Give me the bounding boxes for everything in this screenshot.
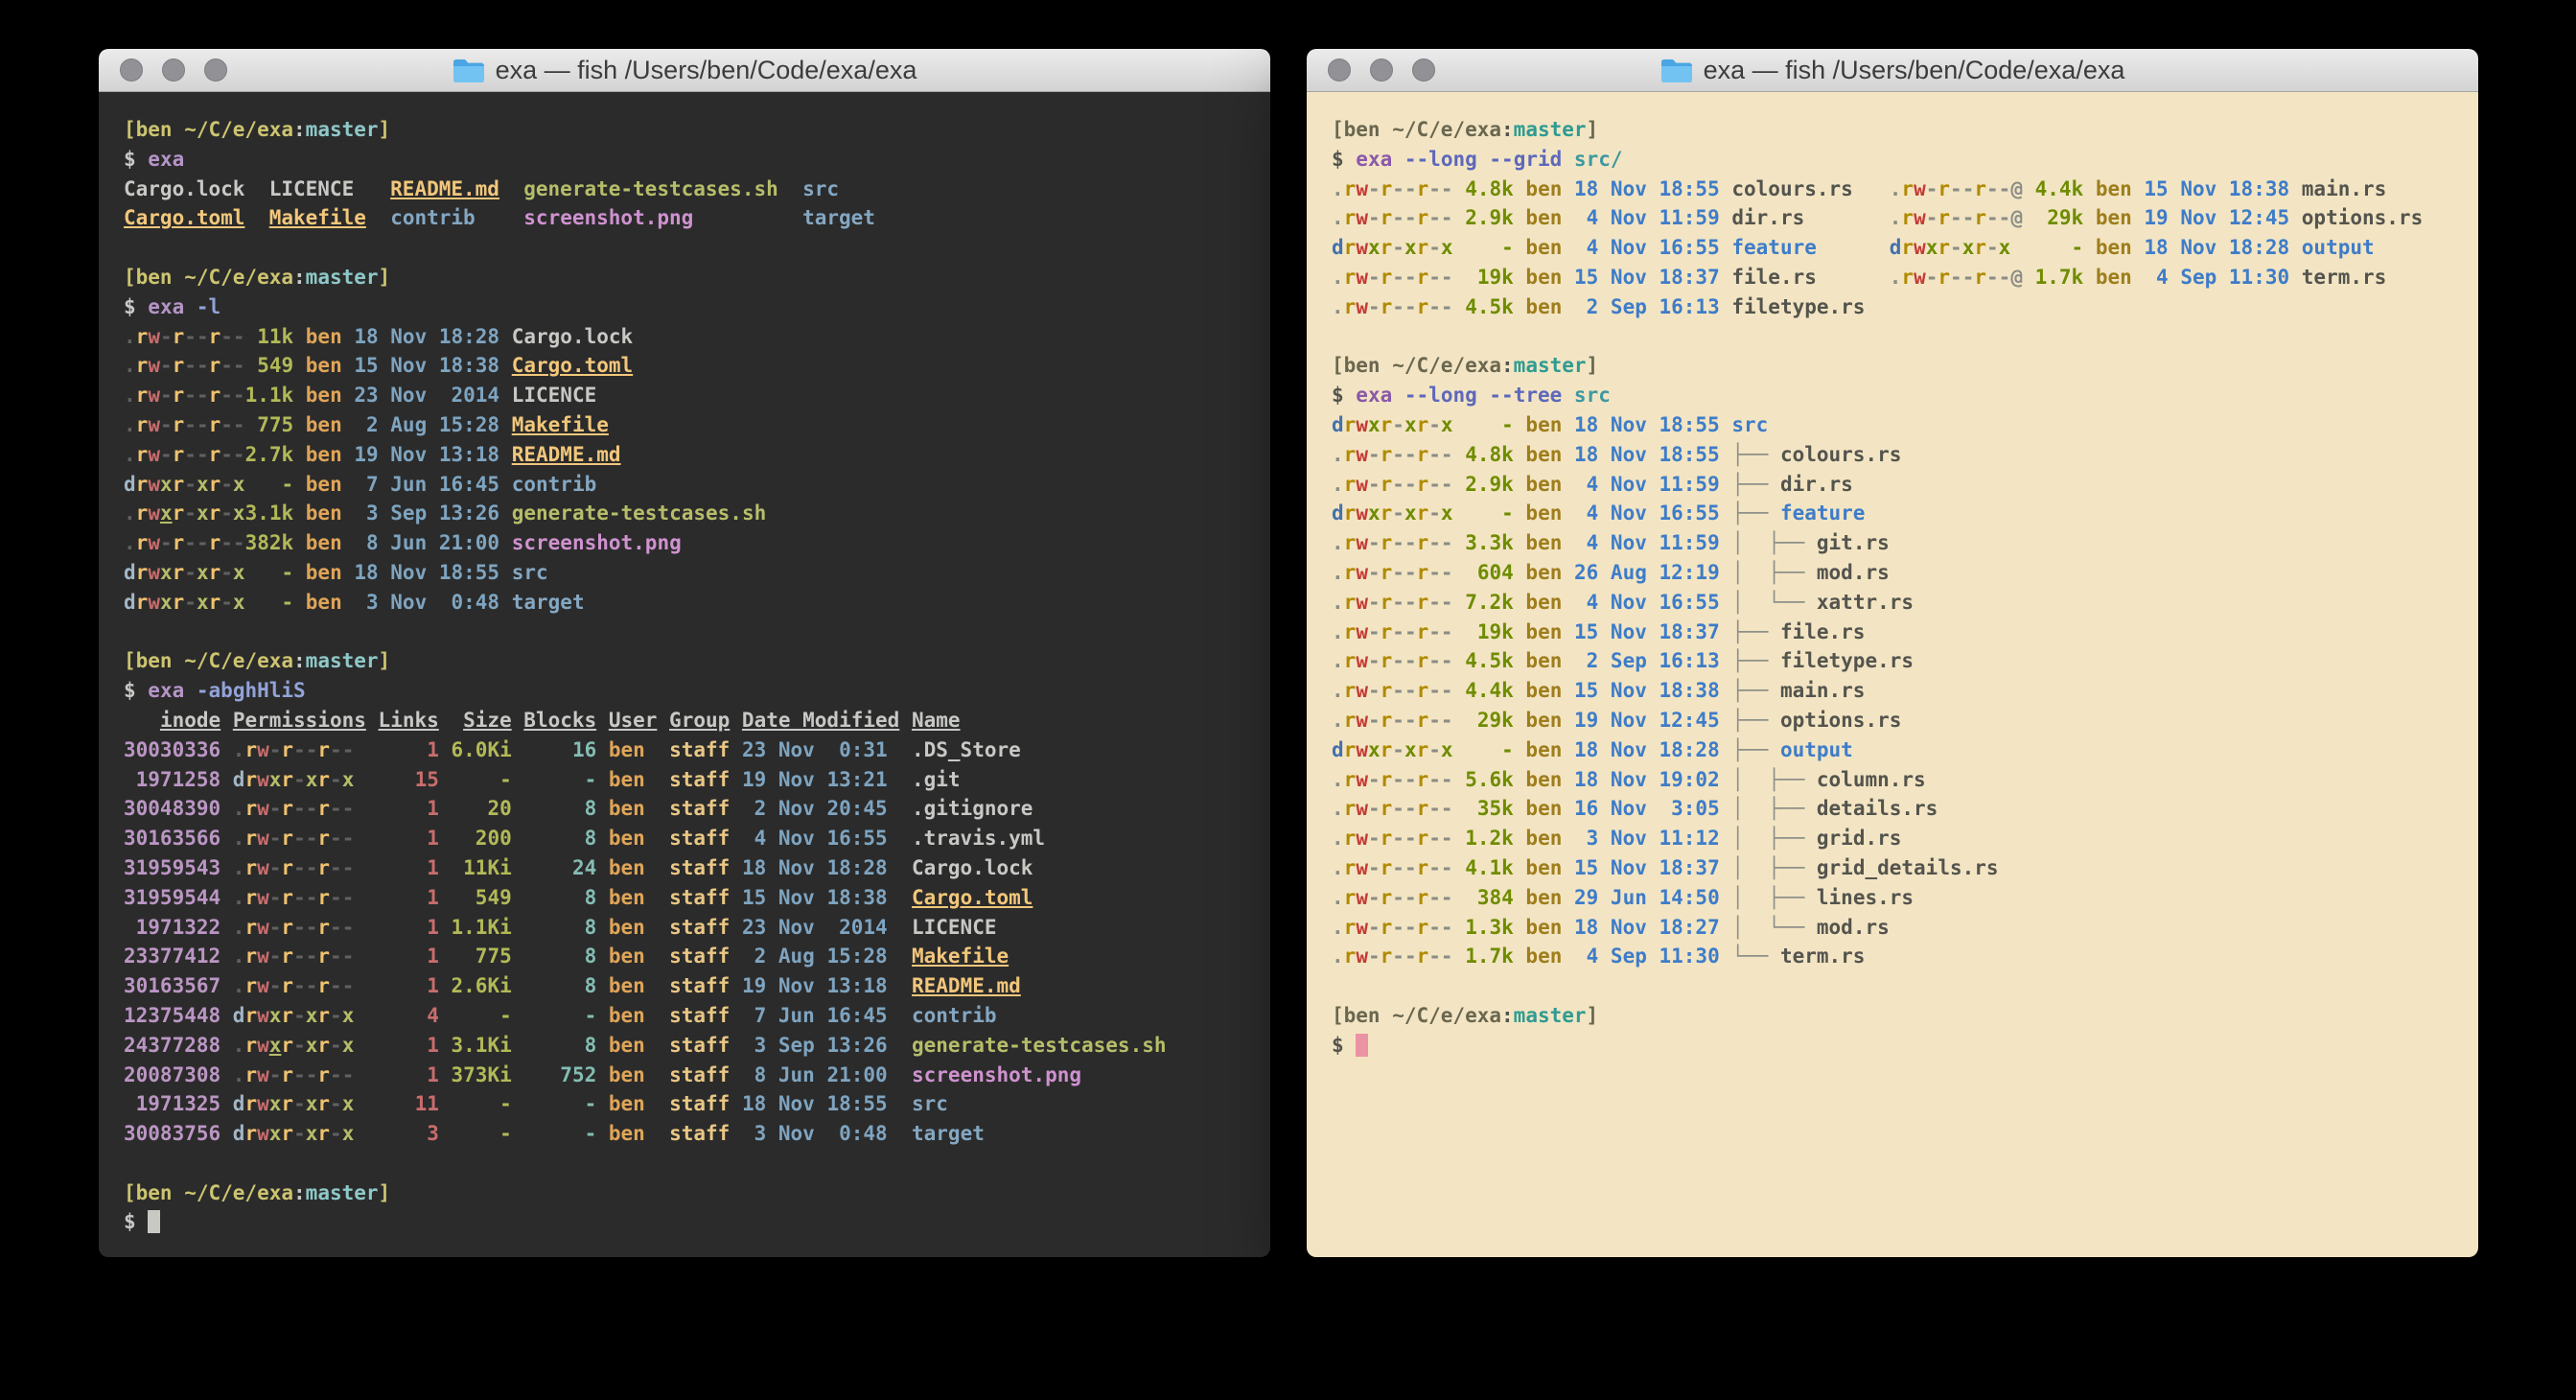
terminal-line: [ben ~/C/e/exa:master]: [1332, 1001, 2478, 1031]
folder-icon: [453, 58, 485, 83]
traffic-lights: [1328, 49, 1435, 91]
terminal-line: .rw-r--r--2.7k ben 19 Nov 13:18 README.m…: [124, 440, 1270, 470]
terminal-line: $ exa --long --tree src: [1332, 381, 2478, 410]
terminal-line: 31959543 .rw-r--r-- 1 11Ki 24 ben staff …: [124, 853, 1270, 883]
minimize-button[interactable]: [162, 58, 185, 82]
terminal-line: 20087308 .rw-r--r-- 1 373Ki 752 ben staf…: [124, 1061, 1270, 1090]
terminal-line: .rw-r--r-- 11k ben 18 Nov 18:28 Cargo.lo…: [124, 322, 1270, 352]
terminal-line: .rw-r--r-- 4.4k ben 15 Nov 18:38 ├── mai…: [1332, 676, 2478, 706]
terminal-line: .rw-r--r--382k ben 8 Jun 21:00 screensho…: [124, 528, 1270, 558]
terminal-line: $ exa -l: [124, 292, 1270, 322]
terminal-line: .rw-r--r-- 2.9k ben 4 Nov 11:59 ├── dir.…: [1332, 470, 2478, 500]
terminal-line: [1332, 971, 2478, 1001]
terminal-line: .rw-r--r-- 775 ben 2 Aug 15:28 Makefile: [124, 410, 1270, 440]
terminal-line: [ben ~/C/e/exa:master]: [1332, 351, 2478, 381]
close-button[interactable]: [120, 58, 143, 82]
terminal-line: [ben ~/C/e/exa:master]: [1332, 115, 2478, 145]
terminal-line: .rw-r--r-- 5.6k ben 18 Nov 19:02 │ ├── c…: [1332, 765, 2478, 795]
terminal-line: [ben ~/C/e/exa:master]: [124, 263, 1270, 292]
minimize-button[interactable]: [1370, 58, 1393, 82]
terminal-line: 30030336 .rw-r--r-- 1 6.0Ki 16 ben staff…: [124, 735, 1270, 765]
terminal-line: Cargo.lock LICENCE README.md generate-te…: [124, 175, 1270, 204]
terminal-content-dark[interactable]: [ben ~/C/e/exa:master]$ exaCargo.lock LI…: [99, 92, 1270, 1257]
title-bar[interactable]: exa — fish /Users/ben/Code/exa/exa: [1307, 49, 2478, 92]
window-title: exa — fish /Users/ben/Code/exa/exa: [1704, 56, 2125, 85]
terminal-line: 30163566 .rw-r--r-- 1 200 8 ben staff 4 …: [124, 824, 1270, 853]
zoom-button[interactable]: [204, 58, 227, 82]
terminal-line: drwxr-xr-x - ben 7 Jun 16:45 contrib: [124, 470, 1270, 500]
terminal-window-dark: exa — fish /Users/ben/Code/exa/exa [ben …: [99, 49, 1270, 1257]
terminal-line: .rw-r--r-- 4.5k ben 2 Sep 16:13 ├── file…: [1332, 646, 2478, 676]
terminal-line: 30083756 drwxr-xr-x 3 - - ben staff 3 No…: [124, 1119, 1270, 1149]
terminal-line: 1971325 drwxr-xr-x 11 - - ben staff 18 N…: [124, 1089, 1270, 1119]
terminal-line: $: [1332, 1031, 2478, 1061]
terminal-content-light[interactable]: [ben ~/C/e/exa:master]$ exa --long --gri…: [1307, 92, 2478, 1257]
terminal-line: [ben ~/C/e/exa:master]: [124, 115, 1270, 145]
terminal-line: $: [124, 1207, 1270, 1237]
terminal-line: 30048390 .rw-r--r-- 1 20 8 ben staff 2 N…: [124, 794, 1270, 824]
terminal-line: .rw-r--r-- 19k ben 15 Nov 18:37 file.rs …: [1332, 263, 2478, 292]
terminal-line: .rw-r--r-- 4.5k ben 2 Sep 16:13 filetype…: [1332, 292, 2478, 322]
traffic-lights: [120, 49, 227, 91]
terminal-line: drwxr-xr-x - ben 3 Nov 0:48 target: [124, 588, 1270, 618]
terminal-line: [1332, 322, 2478, 352]
terminal-line: .rwxr-xr-x3.1k ben 3 Sep 13:26 generate-…: [124, 499, 1270, 528]
window-title: exa — fish /Users/ben/Code/exa/exa: [496, 56, 917, 85]
terminal-line: .rw-r--r-- 384 ben 29 Jun 14:50 │ ├── li…: [1332, 883, 2478, 913]
terminal-line: 1971322 .rw-r--r-- 1 1.1Ki 8 ben staff 2…: [124, 913, 1270, 943]
terminal-line: [ben ~/C/e/exa:master]: [124, 1178, 1270, 1208]
title-group: exa — fish /Users/ben/Code/exa/exa: [453, 56, 917, 85]
title-bar[interactable]: exa — fish /Users/ben/Code/exa/exa: [99, 49, 1270, 92]
terminal-line: .rw-r--r-- 7.2k ben 4 Nov 16:55 │ └── xa…: [1332, 588, 2478, 618]
terminal-line: drwxr-xr-x - ben 18 Nov 18:55 src: [124, 558, 1270, 588]
terminal-line: .rw-r--r-- 4.1k ben 15 Nov 18:37 │ ├── g…: [1332, 853, 2478, 883]
terminal-line: 30163567 .rw-r--r-- 1 2.6Ki 8 ben staff …: [124, 971, 1270, 1001]
terminal-line: drwxr-xr-x - ben 18 Nov 18:55 src: [1332, 410, 2478, 440]
terminal-line: .rw-r--r-- 29k ben 19 Nov 12:45 ├── opti…: [1332, 706, 2478, 735]
terminal-line: .rw-r--r-- 3.3k ben 4 Nov 11:59 │ ├── gi…: [1332, 528, 2478, 558]
title-group: exa — fish /Users/ben/Code/exa/exa: [1660, 56, 2125, 85]
terminal-line: 12375448 drwxr-xr-x 4 - - ben staff 7 Ju…: [124, 1001, 1270, 1031]
terminal-line: .rw-r--r-- 19k ben 15 Nov 18:37 ├── file…: [1332, 618, 2478, 647]
terminal-line: $ exa: [124, 145, 1270, 175]
terminal-line: 23377412 .rw-r--r-- 1 775 8 ben staff 2 …: [124, 942, 1270, 971]
terminal-line: inode Permissions Links Size Blocks User…: [124, 706, 1270, 735]
terminal-line: .rw-r--r-- 4.8k ben 18 Nov 18:55 ├── col…: [1332, 440, 2478, 470]
terminal-line: 1971258 drwxr-xr-x 15 - - ben staff 19 N…: [124, 765, 1270, 795]
terminal-line: drwxr-xr-x - ben 18 Nov 18:28 ├── output: [1332, 735, 2478, 765]
terminal-line: .rw-r--r--1.1k ben 23 Nov 2014 LICENCE: [124, 381, 1270, 410]
terminal-line: [124, 618, 1270, 647]
terminal-line: [124, 1149, 1270, 1178]
terminal-line: drwxr-xr-x - ben 4 Nov 16:55 ├── feature: [1332, 499, 2478, 528]
terminal-line: 31959544 .rw-r--r-- 1 549 8 ben staff 15…: [124, 883, 1270, 913]
terminal-line: drwxr-xr-x - ben 4 Nov 16:55 feature drw…: [1332, 233, 2478, 263]
terminal-line: [ben ~/C/e/exa:master]: [124, 646, 1270, 676]
terminal-line: $ exa -abghHliS: [124, 676, 1270, 706]
close-button[interactable]: [1328, 58, 1351, 82]
folder-icon: [1660, 58, 1693, 83]
terminal-line: .rw-r--r-- 549 ben 15 Nov 18:38 Cargo.to…: [124, 351, 1270, 381]
terminal-line: .rw-r--r-- 1.7k ben 4 Sep 11:30 └── term…: [1332, 942, 2478, 971]
terminal-line: $ exa --long --grid src/: [1332, 145, 2478, 175]
terminal-line: .rw-r--r-- 604 ben 26 Aug 12:19 │ ├── mo…: [1332, 558, 2478, 588]
terminal-line: .rw-r--r-- 1.3k ben 18 Nov 18:27 │ └── m…: [1332, 913, 2478, 943]
terminal-line: Cargo.toml Makefile contrib screenshot.p…: [124, 203, 1270, 233]
terminal-line: .rw-r--r-- 4.8k ben 18 Nov 18:55 colours…: [1332, 175, 2478, 204]
terminal-line: [124, 233, 1270, 263]
terminal-line: .rw-r--r-- 1.2k ben 3 Nov 11:12 │ ├── gr…: [1332, 824, 2478, 853]
zoom-button[interactable]: [1412, 58, 1435, 82]
terminal-line: 24377288 .rwxr-xr-x 1 3.1Ki 8 ben staff …: [124, 1031, 1270, 1061]
terminal-line: .rw-r--r-- 35k ben 16 Nov 3:05 │ ├── det…: [1332, 794, 2478, 824]
terminal-window-light: exa — fish /Users/ben/Code/exa/exa [ben …: [1307, 49, 2478, 1257]
terminal-line: .rw-r--r-- 2.9k ben 4 Nov 11:59 dir.rs .…: [1332, 203, 2478, 233]
